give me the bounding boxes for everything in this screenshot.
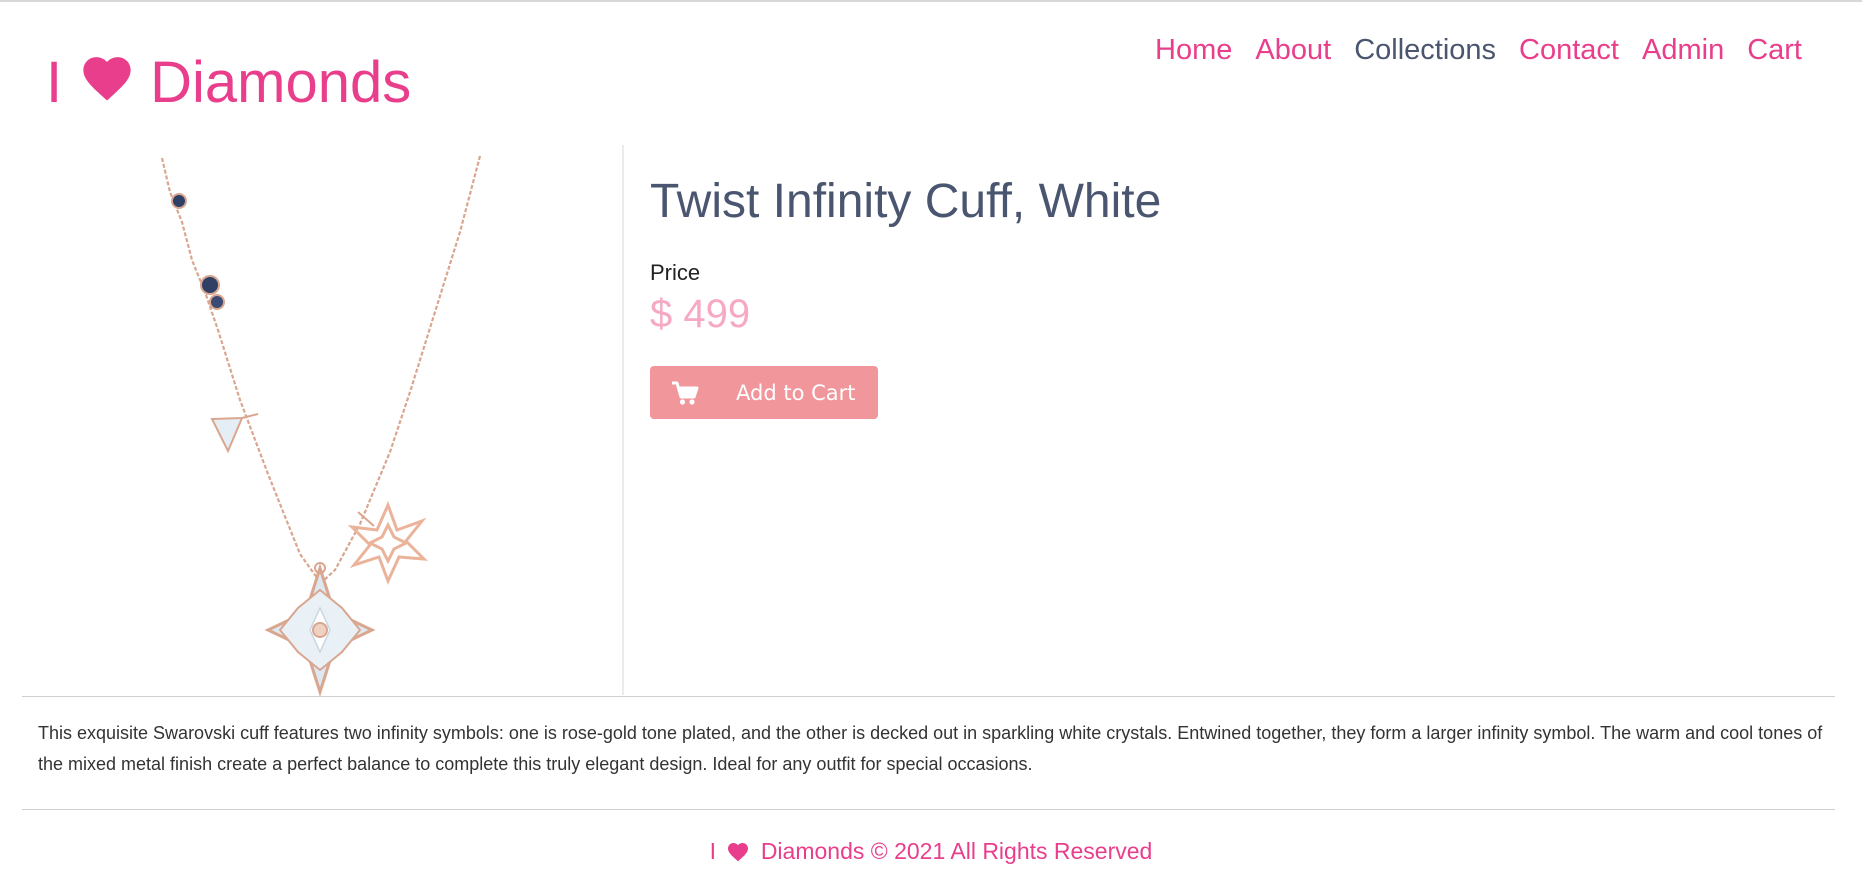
product-image bbox=[130, 152, 510, 697]
description-divider-top bbox=[22, 696, 1835, 697]
nav-item-collections[interactable]: Collections bbox=[1354, 32, 1496, 68]
footer-prefix: I bbox=[709, 838, 717, 864]
brand-logo[interactable]: I Diamonds bbox=[46, 48, 411, 118]
vertical-divider bbox=[622, 145, 624, 695]
price-label: Price bbox=[650, 260, 701, 285]
nav-item-home[interactable]: Home bbox=[1155, 32, 1232, 68]
product-description: This exquisite Swarovski cuff features t… bbox=[38, 723, 1823, 774]
nav-item-contact[interactable]: Contact bbox=[1519, 32, 1619, 68]
page: I Diamonds Home About Collections Contac… bbox=[0, 0, 1862, 875]
main-nav: Home About Collections Contact Admin Car… bbox=[1155, 32, 1802, 68]
cart-icon bbox=[670, 380, 700, 406]
nav-item-cart[interactable]: Cart bbox=[1747, 32, 1802, 68]
brand-name: Diamonds bbox=[150, 50, 412, 115]
necklace-image bbox=[160, 155, 482, 697]
product-title: Twist Infinity Cuff, White bbox=[650, 175, 1162, 228]
description-divider-bottom bbox=[22, 809, 1835, 810]
footer-text: Diamonds © 2021 All Rights Reserved bbox=[760, 838, 1153, 864]
price-value: $ 499 bbox=[650, 292, 751, 336]
heart-icon bbox=[726, 840, 750, 868]
heart-icon bbox=[78, 48, 136, 118]
brand-prefix: I bbox=[46, 50, 63, 115]
footer: I Diamonds © 2021 All Rights Reserved bbox=[0, 837, 1862, 868]
add-to-cart-label: Add to Cart bbox=[736, 380, 856, 405]
nav-item-about[interactable]: About bbox=[1255, 32, 1331, 68]
add-to-cart-button[interactable]: Add to Cart bbox=[650, 366, 878, 419]
nav-item-admin[interactable]: Admin bbox=[1642, 32, 1724, 68]
